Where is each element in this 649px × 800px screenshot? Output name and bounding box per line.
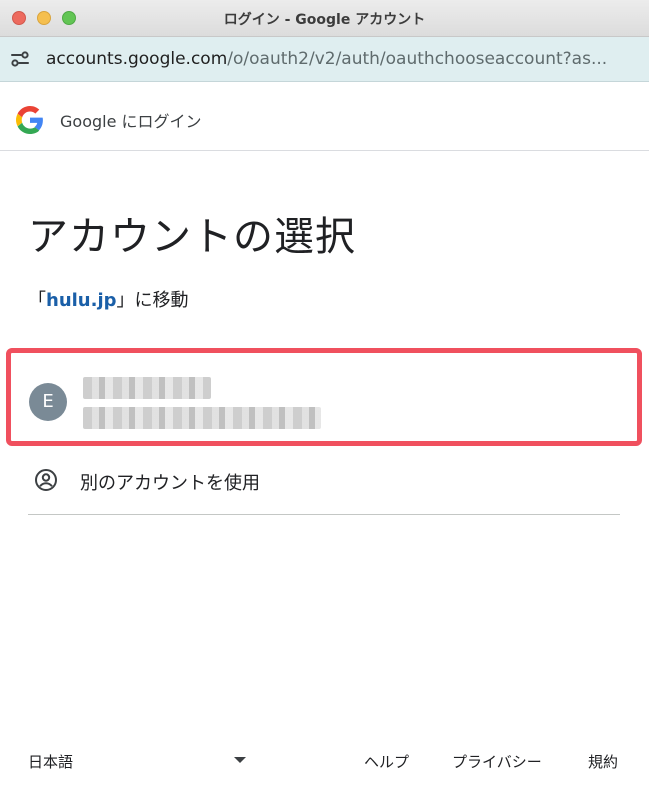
google-logo-icon [16, 106, 44, 134]
window-title: ログイン - Google アカウント [223, 12, 426, 28]
dropdown-caret-icon [234, 757, 246, 763]
google-header: Google にログイン [0, 82, 649, 151]
account-item[interactable]: E [6, 348, 642, 446]
help-link[interactable]: ヘルプ [364, 751, 409, 772]
continue-prefix: 「 [28, 290, 46, 311]
account-email-redacted [83, 407, 321, 429]
app-link[interactable]: hulu.jp [46, 290, 117, 311]
use-another-account-button[interactable]: 別のアカウントを使用 [28, 456, 620, 515]
language-label: 日本語 [28, 753, 74, 771]
address-bar[interactable]: accounts.google.com/o/oauth2/v2/auth/oau… [0, 37, 649, 82]
continue-to-text: 「hulu.jp」に移動 [28, 286, 189, 312]
avatar: E [29, 383, 67, 421]
url-text[interactable]: accounts.google.com/o/oauth2/v2/auth/oau… [46, 49, 636, 69]
url-host: accounts.google.com [46, 49, 228, 69]
continue-suffix: 」に移動 [116, 290, 189, 311]
use-another-account-label: 別のアカウントを使用 [80, 473, 260, 494]
browser-window: ログイン - Google アカウント accounts.google.com/… [0, 0, 649, 800]
language-select[interactable]: 日本語 [28, 750, 250, 772]
footer: 日本語 ヘルプ プライバシー 規約 [0, 740, 649, 780]
terms-link[interactable]: 規約 [588, 751, 618, 772]
account-name-redacted [83, 377, 211, 399]
title-bar: ログイン - Google アカウント [0, 0, 649, 37]
site-settings-icon[interactable] [8, 47, 32, 71]
header-text: Google にログイン [60, 112, 202, 131]
privacy-link[interactable]: プライバシー [452, 751, 542, 772]
page-title: アカウントの選択 [28, 214, 356, 260]
account-circle-icon [34, 468, 58, 492]
url-path: /o/oauth2/v2/auth/oauthchooseaccount?as.… [227, 49, 608, 69]
